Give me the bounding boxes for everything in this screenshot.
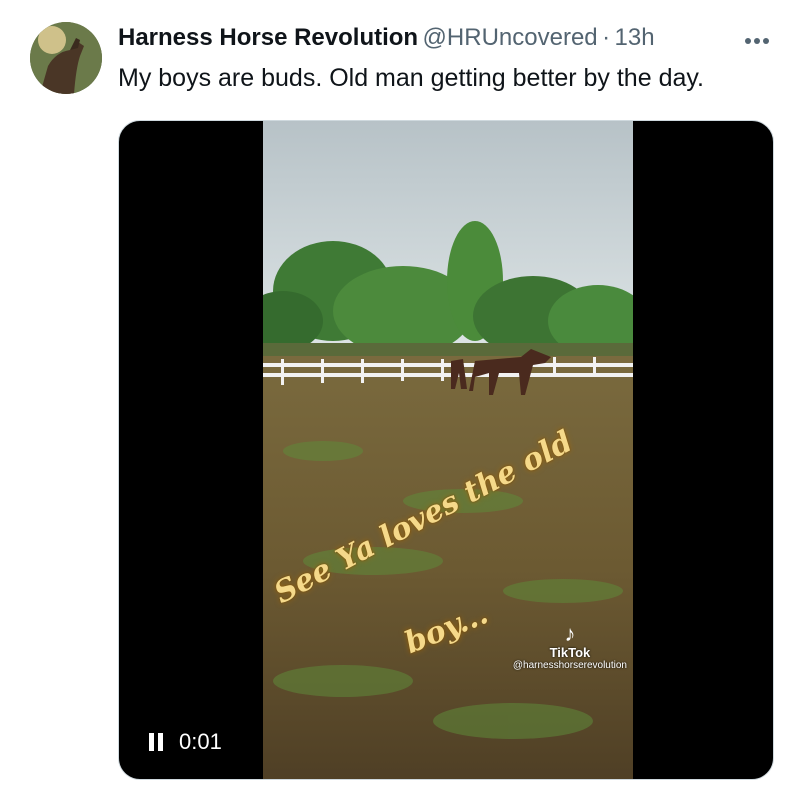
avatar-horse-image	[30, 22, 102, 94]
more-horizontal-icon	[745, 38, 769, 44]
video-scene-image	[263, 121, 633, 779]
video-frame[interactable]: See Ya loves the old boy... ♪ TikTok @ha…	[263, 121, 633, 779]
tiktok-icon: ♪	[564, 621, 576, 646]
pause-icon[interactable]	[149, 733, 165, 751]
author-name[interactable]: Harness Horse Revolution	[118, 24, 418, 51]
tiktok-watermark: ♪ TikTok @harnesshorserevolution	[512, 621, 627, 672]
video-controls: 0:01	[149, 729, 222, 755]
more-options-button[interactable]	[740, 24, 774, 58]
tweet-text: My boys are buds. Old man getting better…	[118, 64, 704, 92]
author-handle[interactable]: @HRUncovered	[423, 24, 598, 51]
video-player[interactable]: See Ya loves the old boy... ♪ TikTok @ha…	[118, 120, 774, 780]
video-timecode: 0:01	[179, 729, 222, 754]
tiktok-brand: TikTok	[549, 645, 591, 660]
author-avatar[interactable]	[30, 22, 102, 94]
tiktok-handle: @harnesshorserevolution	[512, 660, 627, 671]
tweet-timestamp[interactable]: 13h	[615, 24, 655, 51]
tweet-header: Harness Horse Revolution @HRUncovered · …	[118, 24, 774, 58]
separator-dot: ·	[602, 24, 611, 51]
